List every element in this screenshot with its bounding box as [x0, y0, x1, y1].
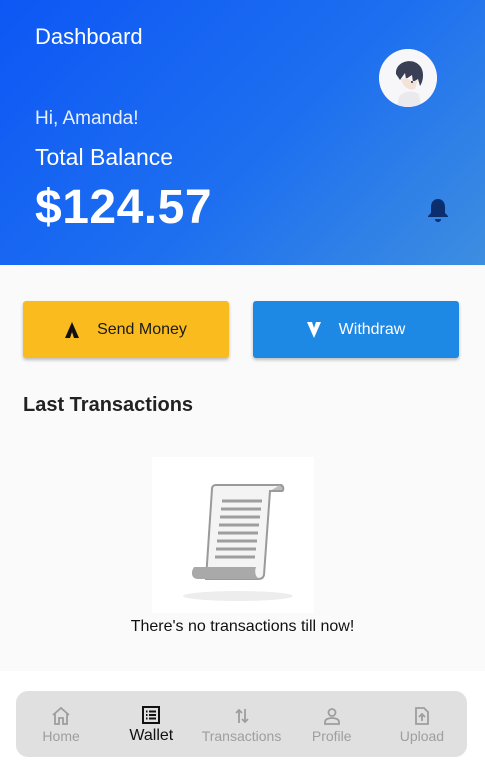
home-icon [51, 704, 71, 726]
bell-icon[interactable] [426, 197, 450, 223]
nav-item-home[interactable]: Home [16, 691, 106, 757]
nav-item-upload[interactable]: Upload [377, 691, 467, 757]
nav-label-wallet: Wallet [129, 727, 174, 744]
send-money-button[interactable]: Send Money [23, 301, 229, 358]
nav-label-upload: Upload [399, 728, 445, 744]
main-content: Send Money Withdraw Last Transactions Th… [0, 265, 485, 671]
balance-label: Total Balance [35, 144, 174, 170]
bottom-nav: Home Wallet Transactions Profile Upload [16, 691, 467, 757]
send-arrow-icon [65, 321, 80, 338]
nav-label-profile: Profile [311, 728, 352, 744]
nav-label-transactions: Transactions [201, 728, 282, 744]
withdraw-arrow-icon [306, 321, 321, 338]
nav-label-home: Home [42, 728, 80, 744]
wallet-icon [141, 703, 161, 725]
last-transactions-title: Last Transactions [23, 394, 194, 416]
empty-receipt-illustration [152, 457, 314, 613]
balance-amount: $124.57 [35, 181, 213, 234]
nav-item-wallet[interactable]: Wallet [106, 691, 196, 757]
transactions-icon [232, 704, 252, 726]
empty-transactions-message: There's no transactions till now! [130, 618, 355, 635]
nav-item-profile[interactable]: Profile [287, 691, 377, 757]
profile-icon [322, 704, 342, 726]
send-money-label: Send Money [97, 320, 187, 338]
withdraw-label: Withdraw [338, 320, 406, 338]
dashboard-header: Dashboard Hi, Amanda! Total Balance $124… [0, 0, 485, 265]
user-avatar-icon [379, 49, 437, 107]
greeting-text: Hi, Amanda! [35, 108, 139, 129]
page-title: Dashboard [35, 24, 143, 49]
bottom-area: Home Wallet Transactions Profile Upload [0, 671, 485, 777]
withdraw-button[interactable]: Withdraw [253, 301, 459, 358]
avatar[interactable] [379, 49, 437, 107]
nav-item-transactions[interactable]: Transactions [196, 691, 286, 757]
upload-icon [412, 704, 432, 726]
